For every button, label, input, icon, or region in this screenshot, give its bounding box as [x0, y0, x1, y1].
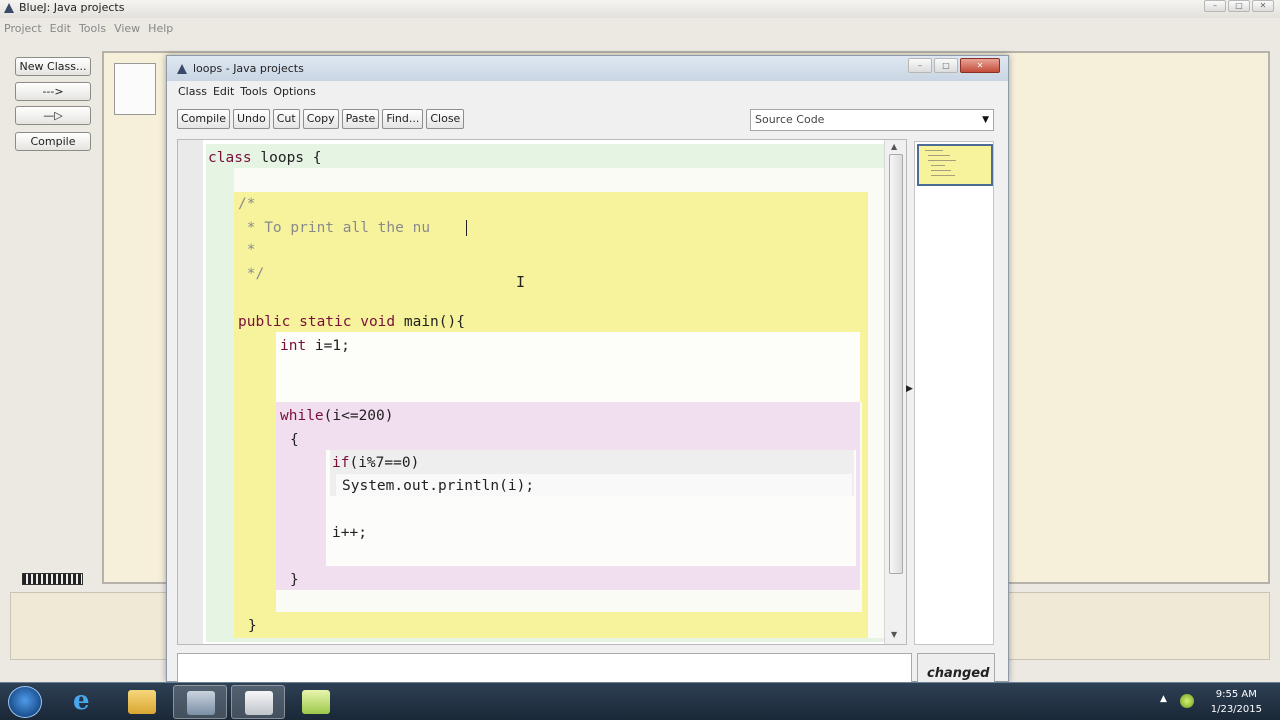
menu-options[interactable]: Options — [270, 85, 318, 101]
bluej-logo-icon — [177, 64, 187, 74]
editor-message-area — [177, 653, 912, 683]
method-declaration-text: main(){ — [395, 314, 465, 330]
menu-tools[interactable]: Tools — [75, 22, 110, 38]
editor-window-controls: – □ ✕ — [908, 58, 1000, 73]
editor-window-title: loops - Java projects — [193, 62, 304, 75]
code-line-method-declaration: public static void main(){ — [238, 314, 465, 330]
cut-button[interactable]: Cut — [272, 109, 300, 129]
menu-help[interactable]: Help — [144, 22, 177, 38]
int-declaration-text: i=1; — [306, 338, 350, 354]
code-line-comment-star: * — [238, 242, 256, 258]
code-line-open-brace: { — [290, 432, 299, 448]
taskbar-app-green[interactable] — [289, 685, 343, 719]
network-icon[interactable] — [1180, 694, 1194, 708]
line-gutter — [178, 140, 203, 644]
code-line-class-declaration: class loops { — [208, 150, 322, 166]
find-button[interactable]: Find... — [382, 109, 424, 129]
menu-tools[interactable]: Tools — [237, 85, 270, 101]
keyword-while: while — [280, 408, 324, 424]
editor-window: loops - Java projects – □ ✕ Class Edit T… — [166, 55, 1009, 683]
code-line-while: while(i<=200) — [280, 408, 394, 424]
scroll-down-arrow-icon[interactable]: ▼ — [891, 630, 897, 639]
code-line-if: if(i%7==0) — [332, 455, 419, 471]
code-line-comment-open: /* — [238, 196, 256, 212]
main-title-bar: BlueJ: Java projects – □ ✕ — [0, 0, 1280, 18]
ibeam-cursor-icon: I — [516, 273, 526, 291]
keyword-public-static-void: public static void — [238, 314, 396, 330]
taskbar-internet-explorer[interactable]: e — [57, 685, 111, 719]
navigation-view[interactable] — [914, 141, 994, 645]
menu-view[interactable]: View — [110, 22, 144, 38]
keyword-int: int — [280, 338, 307, 354]
editor-toolbar: Compile Undo Cut Copy Paste Find... Clos… — [177, 109, 465, 129]
editor-minimize-button[interactable]: – — [908, 58, 932, 73]
inherits-arrow-button[interactable]: —▷ — [15, 106, 91, 125]
machine-activity-indicator — [22, 573, 83, 585]
menu-class[interactable]: Class — [175, 85, 210, 101]
code-line-close-while: } — [290, 572, 299, 588]
view-mode-value: Source Code — [755, 113, 825, 126]
code-line-comment-text: * To print all the nu — [238, 220, 431, 236]
main-close-button[interactable]: ✕ — [1252, 0, 1274, 12]
compile-button[interactable]: Compile — [177, 109, 230, 129]
window-icon — [245, 691, 273, 715]
while-condition-text: (i<=200) — [323, 408, 394, 424]
view-mode-select[interactable]: Source Code ▼ — [750, 109, 994, 131]
show-hidden-icons-icon[interactable]: ▲ — [1160, 694, 1167, 704]
editor-title-bar[interactable]: loops - Java projects – □ ✕ — [167, 56, 1008, 81]
chevron-down-icon: ▼ — [982, 115, 989, 125]
app-icon — [302, 690, 330, 714]
compile-project-button[interactable]: Compile — [15, 132, 91, 151]
folder-icon — [128, 690, 156, 714]
menu-edit[interactable]: Edit — [210, 85, 237, 101]
code-line-int-declaration: int i=1; — [280, 338, 350, 354]
start-button[interactable] — [8, 686, 42, 718]
class-declaration-text: loops { — [251, 150, 322, 166]
close-button[interactable]: Close — [426, 109, 465, 129]
code-line-increment: i++; — [332, 525, 367, 541]
windows-taskbar: e ▲ 9:55 AM 1/23/2015 — [0, 682, 1280, 720]
scroll-up-arrow-icon[interactable]: ▲ — [891, 142, 897, 151]
main-window-title: BlueJ: Java projects — [19, 1, 125, 14]
keyword-if: if — [332, 455, 350, 471]
code-line-comment-close: */ — [238, 266, 265, 282]
undo-button[interactable]: Undo — [233, 109, 270, 129]
main-menubar: Project Edit Tools View Help — [0, 22, 177, 38]
new-class-button[interactable]: New Class... — [15, 57, 91, 76]
collapse-arrow-icon[interactable]: ▶ — [906, 384, 913, 394]
bluej-icon — [187, 691, 215, 715]
main-window-controls: – □ ✕ — [1204, 0, 1274, 12]
editor-menubar: Class Edit Tools Options — [175, 85, 319, 101]
main-minimize-button[interactable]: – — [1204, 0, 1226, 12]
copy-button[interactable]: Copy — [302, 109, 339, 129]
text-caret — [466, 220, 467, 236]
clock-date: 1/23/2015 — [1210, 704, 1262, 715]
internet-explorer-icon: e — [73, 686, 90, 716]
method-body-highlight — [276, 332, 860, 402]
uses-arrow-button[interactable]: ---> — [15, 82, 91, 101]
clock-time: 9:55 AM — [1215, 689, 1257, 700]
taskbar-bluej[interactable] — [173, 685, 227, 719]
scrollbar-thumb[interactable] — [889, 154, 903, 574]
bluej-logo-icon — [4, 3, 14, 13]
code-line-println: System.out.println(i); — [342, 478, 535, 494]
taskbar-window-2[interactable] — [231, 685, 285, 719]
if-condition-text: (i%7==0) — [349, 455, 420, 471]
code-editor[interactable]: class loops { /* * To print all the nu *… — [177, 139, 907, 645]
taskbar-file-explorer[interactable] — [115, 685, 169, 719]
main-maximize-button[interactable]: □ — [1228, 0, 1250, 12]
readme-document-icon[interactable] — [114, 63, 156, 115]
menu-project[interactable]: Project — [0, 22, 46, 38]
code-line-close-method: } — [248, 618, 257, 634]
editor-maximize-button[interactable]: □ — [934, 58, 958, 73]
editor-close-button[interactable]: ✕ — [960, 58, 1000, 73]
navview-viewport-thumbnail[interactable] — [917, 144, 993, 186]
paste-button[interactable]: Paste — [341, 109, 380, 129]
tray-clock[interactable]: 9:55 AM 1/23/2015 — [1211, 687, 1262, 717]
menu-edit[interactable]: Edit — [46, 22, 75, 38]
keyword-class: class — [208, 150, 252, 166]
vertical-scrollbar[interactable]: ▲ ▼ — [884, 140, 906, 644]
save-state-indicator: changed — [917, 653, 995, 683]
